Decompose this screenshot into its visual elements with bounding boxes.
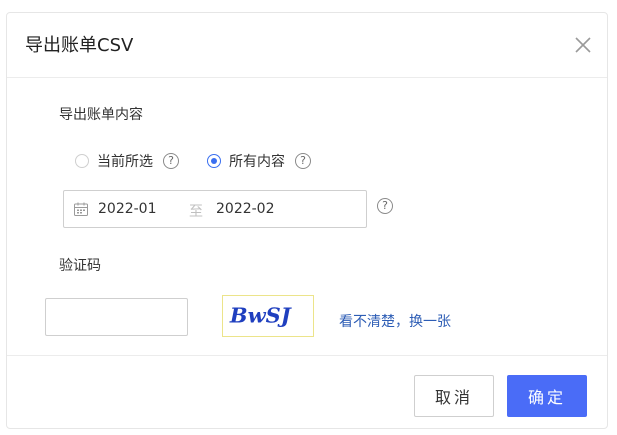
captcha-label: 验证码 — [59, 258, 101, 274]
export-bill-dialog: 导出账单CSV 导出账单内容 当前所选 ? 所有内容 ? 2022-01 至 2… — [6, 12, 608, 429]
help-icon[interactable]: ? — [377, 198, 393, 214]
radio-current-selection[interactable]: 当前所选 ? — [75, 151, 179, 171]
radio-label-current-selection: 当前所选 — [97, 154, 153, 170]
captcha-refresh-link[interactable]: 看不清楚，换一张 — [339, 311, 451, 331]
confirm-button[interactable]: 确定 — [507, 375, 587, 417]
help-icon[interactable]: ? — [295, 153, 311, 169]
calendar-icon — [74, 202, 88, 216]
date-separator: 至 — [189, 204, 203, 220]
dialog-header: 导出账单CSV — [7, 13, 607, 78]
radio-button[interactable] — [75, 154, 89, 168]
date-start[interactable]: 2022-01 — [98, 201, 157, 217]
date-end[interactable]: 2022-02 — [216, 201, 275, 217]
captcha-input[interactable] — [45, 298, 188, 336]
help-icon[interactable]: ? — [163, 153, 179, 169]
radio-button-checked[interactable] — [207, 154, 221, 168]
cancel-button[interactable]: 取消 — [414, 375, 494, 417]
export-content-label: 导出账单内容 — [59, 107, 143, 123]
radio-label-all-content: 所有内容 — [229, 154, 285, 170]
dialog-title: 导出账单CSV — [25, 35, 134, 56]
date-range-picker[interactable]: 2022-01 至 2022-02 — [63, 190, 367, 228]
captcha-image[interactable]: BwSJ — [222, 295, 314, 337]
close-icon[interactable] — [573, 35, 593, 55]
footer-divider — [7, 355, 607, 356]
captcha-image-text: BwSJ — [229, 303, 293, 328]
radio-all-content[interactable]: 所有内容 ? — [207, 151, 311, 171]
